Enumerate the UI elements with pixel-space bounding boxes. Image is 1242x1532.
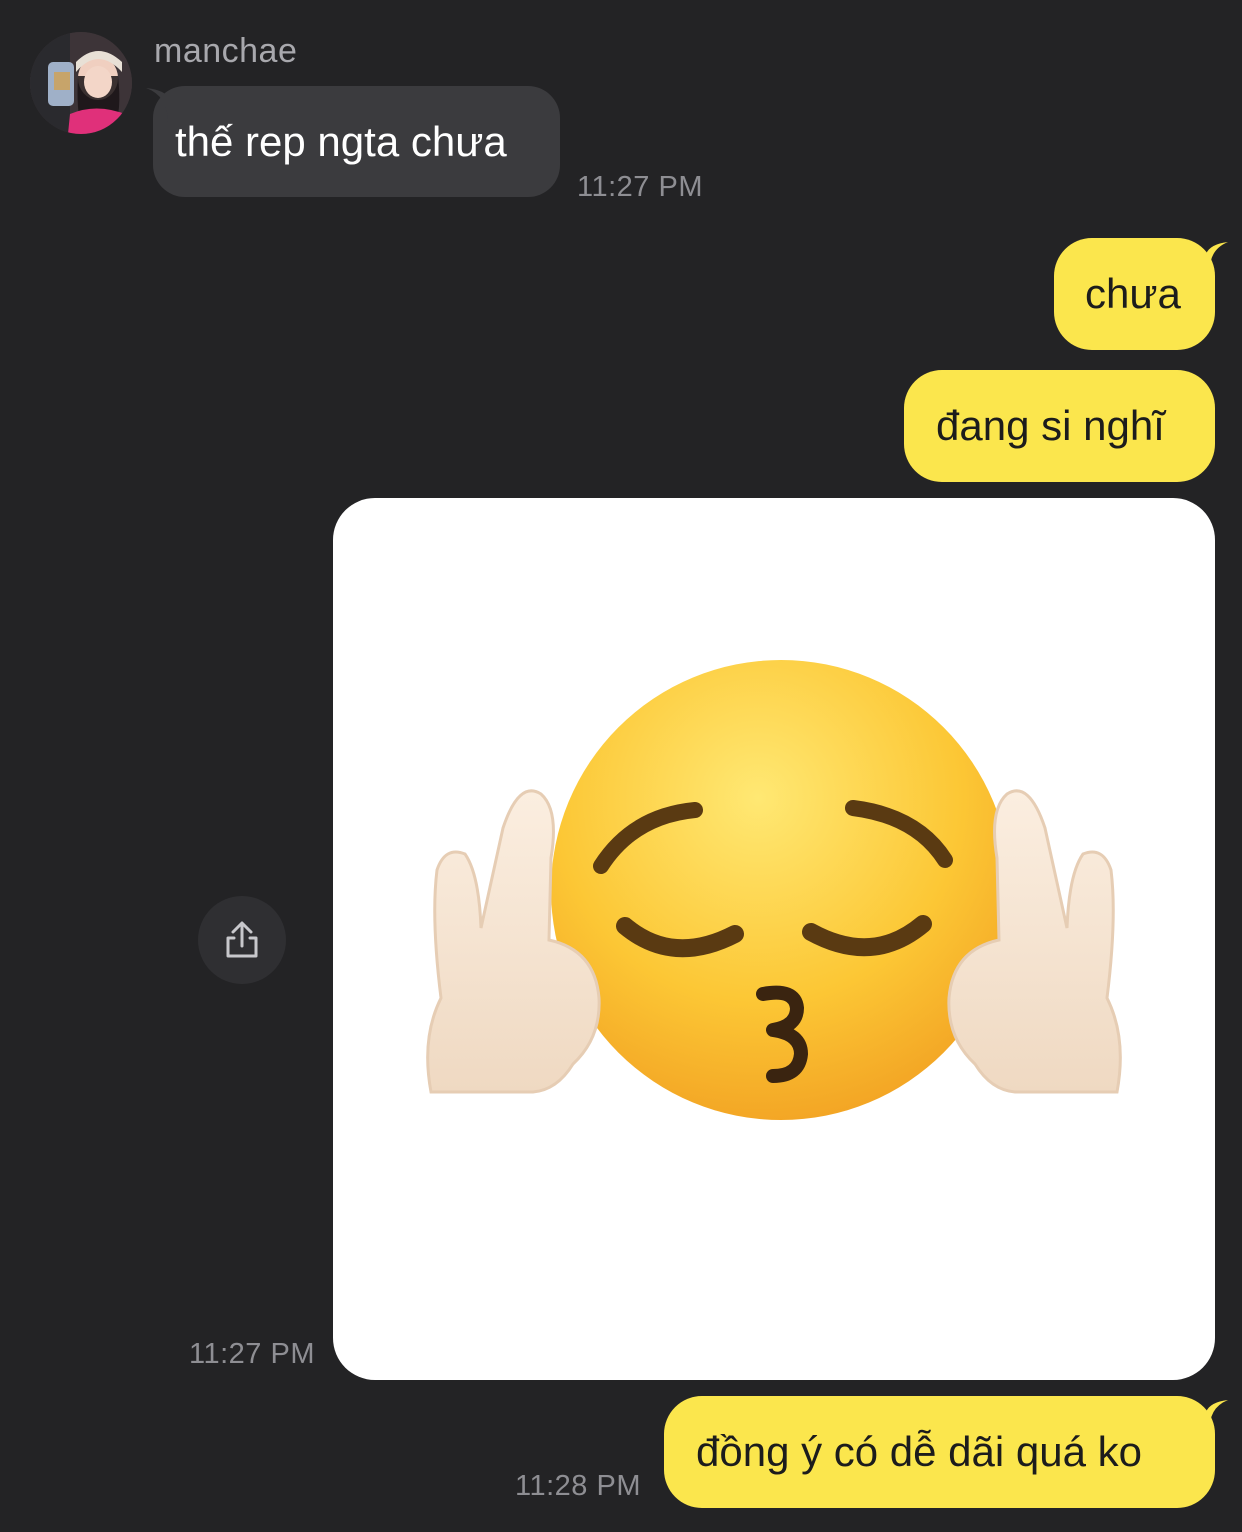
avatar-photo-icon <box>30 32 132 134</box>
outgoing-message-bubble[interactable]: đồng ý có dễ dãi quá ko <box>664 1396 1215 1508</box>
message-text: thế rep ngta chưa <box>175 117 507 165</box>
sender-name: manchae <box>154 32 298 70</box>
message-text: chưa <box>1085 270 1181 317</box>
share-icon <box>226 921 258 958</box>
outgoing-bubble-tail <box>1188 1400 1228 1432</box>
image-message[interactable] <box>333 498 1215 1380</box>
message-timestamp: 11:27 PM <box>577 171 703 203</box>
share-button[interactable] <box>198 896 286 984</box>
avatar[interactable] <box>30 32 132 134</box>
message-text: đồng ý có dễ dãi quá ko <box>696 1428 1143 1475</box>
message-timestamp: 11:27 PM <box>189 1338 315 1370</box>
outgoing-message-bubble[interactable]: đang si nghĩ <box>904 370 1215 482</box>
message-timestamp: 11:28 PM <box>515 1470 641 1502</box>
outgoing-bubble-tail <box>1188 242 1228 274</box>
incoming-message-bubble[interactable]: thế rep ngta chưa <box>153 86 560 197</box>
kissing-face-middle-fingers-emoji-icon <box>426 660 1122 1120</box>
message-text: đang si nghĩ <box>936 402 1165 449</box>
incoming-bubble-tail <box>146 88 186 122</box>
